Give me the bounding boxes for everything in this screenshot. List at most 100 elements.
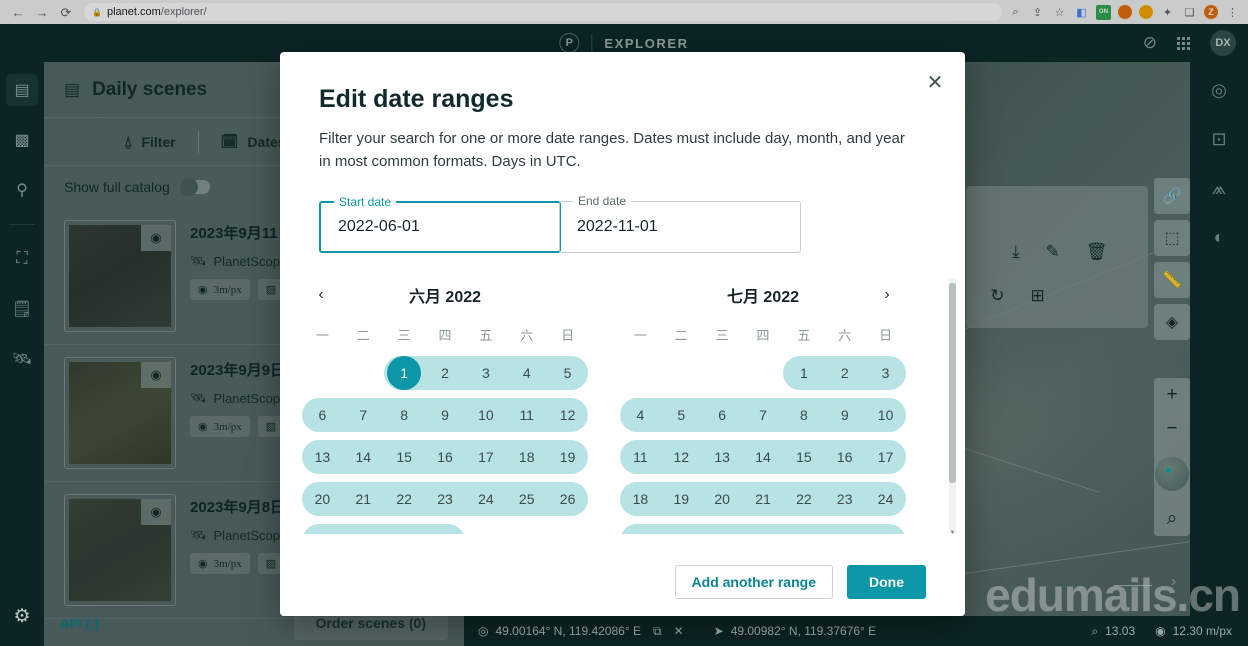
calendar-day[interactable]: 27	[302, 522, 343, 534]
calendar-day[interactable]: 14	[343, 438, 384, 476]
calendar-day[interactable]: 24	[865, 480, 906, 518]
scroll-down-arrow[interactable]: ▼	[949, 530, 956, 534]
calendar-day[interactable]: 9	[824, 396, 865, 434]
calendar-day[interactable]: 29	[783, 522, 824, 534]
calendar-weeks: ··12345678910111213141516171819202122232…	[302, 354, 588, 534]
calendar-week-row: 45678910	[620, 396, 906, 434]
calendar-week-row: 20212223242526	[302, 480, 588, 518]
calendar-day[interactable]: 6	[702, 396, 743, 434]
calendar-day[interactable]: 17	[465, 438, 506, 476]
calendar-day[interactable]: 5	[547, 354, 588, 392]
calendar-day[interactable]: 28	[343, 522, 384, 534]
weekday-header-row: 一二三四五六日	[620, 325, 906, 344]
add-another-range-button[interactable]: Add another range	[675, 565, 833, 599]
calendar-day[interactable]: 4	[620, 396, 661, 434]
start-date-field[interactable]: Start date 2022-06-01	[319, 201, 561, 253]
calendar-day[interactable]: 12	[547, 396, 588, 434]
calendar-month-title: 六月 2022	[409, 283, 481, 307]
calendar-day[interactable]: 30	[425, 522, 466, 534]
calendar-day[interactable]: 6	[302, 396, 343, 434]
calendar-day[interactable]: 20	[302, 480, 343, 518]
weekday-label: 六	[506, 325, 547, 344]
calendar-day[interactable]: 8	[783, 396, 824, 434]
scrollbar[interactable]: ▲ ▼	[949, 279, 956, 534]
calendar-day[interactable]: 1	[384, 354, 425, 392]
calendar-day[interactable]: 21	[743, 480, 784, 518]
calendar-day[interactable]: 7	[343, 396, 384, 434]
weekday-label: 日	[547, 325, 588, 344]
calendar-week-row: 6789101112	[302, 396, 588, 434]
calendar-day[interactable]: 24	[465, 480, 506, 518]
calendar-day[interactable]: 25	[506, 480, 547, 518]
calendar-day[interactable]: 1	[783, 354, 824, 392]
calendar-day[interactable]: 12	[661, 438, 702, 476]
calendar-day[interactable]: 27	[702, 522, 743, 534]
weekday-label: 二	[661, 325, 702, 344]
calendar-day[interactable]: 26	[661, 522, 702, 534]
calendar-week-row: 18192021222324	[620, 480, 906, 518]
calendar-day[interactable]: 2	[824, 354, 865, 392]
calendar-day[interactable]: 14	[743, 438, 784, 476]
calendar-day[interactable]: 3	[865, 354, 906, 392]
start-date-value: 2022-06-01	[338, 218, 420, 236]
close-icon[interactable]: ✕	[923, 70, 947, 94]
dialog-description: Filter your search for one or more date …	[319, 128, 919, 173]
calendar-week-row: ··12345	[302, 354, 588, 392]
weekday-label: 五	[783, 325, 824, 344]
calendar-week-row: 13141516171819	[302, 438, 588, 476]
calendar-day[interactable]: 16	[425, 438, 466, 476]
calendar-day[interactable]: 25	[620, 522, 661, 534]
calendar-day[interactable]: 23	[425, 480, 466, 518]
chevron-left-icon[interactable]: ‹	[308, 282, 334, 308]
calendar-day[interactable]: 8	[384, 396, 425, 434]
calendar-day[interactable]: 26	[547, 480, 588, 518]
calendar-day-empty: ·	[343, 354, 384, 392]
calendar-day[interactable]: 21	[343, 480, 384, 518]
calendar-day[interactable]: 22	[783, 480, 824, 518]
calendar-week-row: 25262728293031	[620, 522, 906, 534]
scrollbar-thumb[interactable]	[949, 283, 956, 483]
edit-date-ranges-dialog: ✕ Edit date ranges Filter your search fo…	[280, 52, 965, 616]
calendars-scroll-area[interactable]: ‹六月 2022一二三四五六日··12345678910111213141516…	[280, 279, 965, 534]
calendar-day[interactable]: 29	[384, 522, 425, 534]
calendar-day[interactable]: 4	[506, 354, 547, 392]
calendar-day[interactable]: 30	[824, 522, 865, 534]
calendar-day[interactable]: 19	[547, 438, 588, 476]
calendar-day[interactable]: 3	[465, 354, 506, 392]
scroll-up-arrow[interactable]: ▲	[949, 279, 956, 281]
calendar-day[interactable]: 23	[824, 480, 865, 518]
calendar-day[interactable]: 10	[865, 396, 906, 434]
calendar-day[interactable]: 18	[620, 480, 661, 518]
calendar-day[interactable]: 13	[302, 438, 343, 476]
calendar-day[interactable]: 20	[702, 480, 743, 518]
weekday-label: 四	[425, 325, 466, 344]
end-date-label: End date	[573, 194, 631, 208]
calendar-day[interactable]: 15	[783, 438, 824, 476]
calendar-month: ‹六月 2022一二三四五六日··12345678910111213141516…	[302, 279, 588, 534]
done-button[interactable]: Done	[847, 565, 926, 599]
calendar-day[interactable]: 13	[702, 438, 743, 476]
calendar-day-empty: ·	[743, 354, 784, 392]
calendar-header: 七月 2022›	[620, 279, 906, 311]
calendar-day[interactable]: 2	[425, 354, 466, 392]
calendar-day[interactable]: 31	[865, 522, 906, 534]
calendar-day[interactable]: 10	[465, 396, 506, 434]
calendar-day[interactable]: 15	[384, 438, 425, 476]
calendar-day[interactable]: 17	[865, 438, 906, 476]
end-date-field[interactable]: End date 2022-11-01	[559, 201, 801, 253]
chevron-right-icon[interactable]: ›	[874, 282, 900, 308]
weekday-label: 三	[384, 325, 425, 344]
dialog-title: Edit date ranges	[319, 85, 965, 114]
calendar-day[interactable]: 11	[506, 396, 547, 434]
calendar-day[interactable]: 28	[743, 522, 784, 534]
calendar-day[interactable]: 7	[743, 396, 784, 434]
calendar-day[interactable]: 19	[661, 480, 702, 518]
calendar-day[interactable]: 9	[425, 396, 466, 434]
calendar-day[interactable]: 22	[384, 480, 425, 518]
weekday-label: 三	[702, 325, 743, 344]
calendar-day[interactable]: 11	[620, 438, 661, 476]
calendar-day[interactable]: 5	[661, 396, 702, 434]
calendar-day[interactable]: 16	[824, 438, 865, 476]
weekday-label: 四	[743, 325, 784, 344]
calendar-day[interactable]: 18	[506, 438, 547, 476]
